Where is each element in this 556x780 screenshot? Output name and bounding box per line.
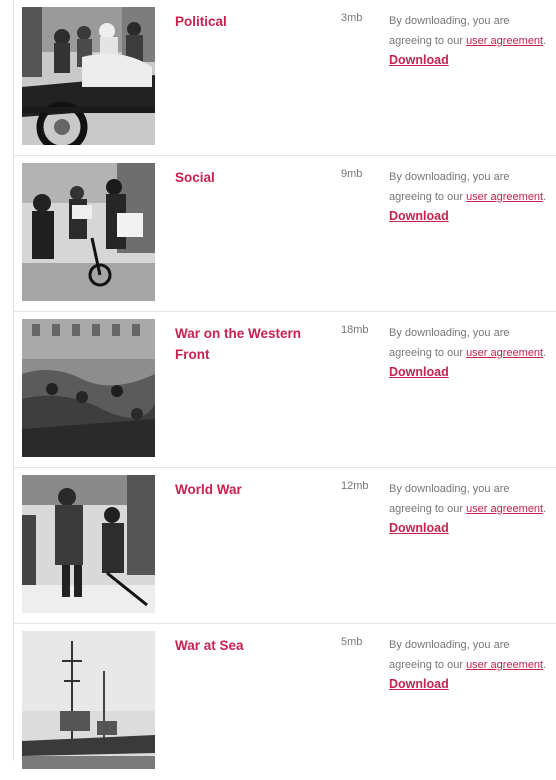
user-agreement-link[interactable]: user agreement bbox=[466, 503, 543, 515]
download-link[interactable]: Download bbox=[389, 519, 449, 539]
item-title-link[interactable]: War at Sea bbox=[175, 635, 325, 656]
user-agreement-link[interactable]: user agreement bbox=[466, 659, 543, 671]
notice-end: . bbox=[543, 190, 547, 203]
thumbnail-photo-political[interactable] bbox=[22, 7, 155, 145]
download-notice: By downloading, you are agreeing to our … bbox=[389, 480, 549, 540]
notice-end: . bbox=[543, 502, 547, 515]
download-notice: By downloading, you are agreeing to our … bbox=[389, 168, 549, 228]
item-title-link[interactable]: War on the Western Front bbox=[175, 323, 325, 365]
user-agreement-link[interactable]: user agreement bbox=[466, 35, 543, 47]
list-item: War on the Western Front 18mb By downloa… bbox=[14, 312, 556, 468]
notice-end: . bbox=[543, 34, 547, 47]
download-link[interactable]: Download bbox=[389, 51, 449, 71]
file-size: 3mb bbox=[341, 12, 363, 24]
item-title-link[interactable]: Social bbox=[175, 167, 325, 188]
list-item: War at Sea 5mb By downloading, you are a… bbox=[14, 624, 556, 780]
file-size: 18mb bbox=[341, 324, 369, 336]
list-item: Social 9mb By downloading, you are agree… bbox=[14, 156, 556, 312]
download-link[interactable]: Download bbox=[389, 675, 449, 695]
list-item: Political 3mb By downloading, you are ag… bbox=[14, 0, 556, 156]
notice-end: . bbox=[543, 346, 547, 359]
user-agreement-link[interactable]: user agreement bbox=[466, 191, 543, 203]
file-size: 9mb bbox=[341, 168, 363, 180]
thumbnail-photo-war-at-sea[interactable] bbox=[22, 631, 155, 769]
thumbnail-photo-social[interactable] bbox=[22, 163, 155, 301]
download-link[interactable]: Download bbox=[389, 363, 449, 383]
item-title-link[interactable]: Political bbox=[175, 11, 325, 32]
user-agreement-link[interactable]: user agreement bbox=[466, 347, 543, 359]
download-notice: By downloading, you are agreeing to our … bbox=[389, 324, 549, 384]
download-notice: By downloading, you are agreeing to our … bbox=[389, 12, 549, 72]
thumbnail-photo-world-war[interactable] bbox=[22, 475, 155, 613]
item-title-link[interactable]: World War bbox=[175, 479, 325, 500]
notice-end: . bbox=[543, 658, 547, 671]
file-size: 12mb bbox=[341, 480, 369, 492]
download-list: Political 3mb By downloading, you are ag… bbox=[14, 0, 556, 780]
download-link[interactable]: Download bbox=[389, 207, 449, 227]
download-notice: By downloading, you are agreeing to our … bbox=[389, 636, 549, 696]
file-size: 5mb bbox=[341, 636, 363, 648]
thumbnail-photo-western-front[interactable] bbox=[22, 319, 155, 457]
list-item: World War 12mb By downloading, you are a… bbox=[14, 468, 556, 624]
